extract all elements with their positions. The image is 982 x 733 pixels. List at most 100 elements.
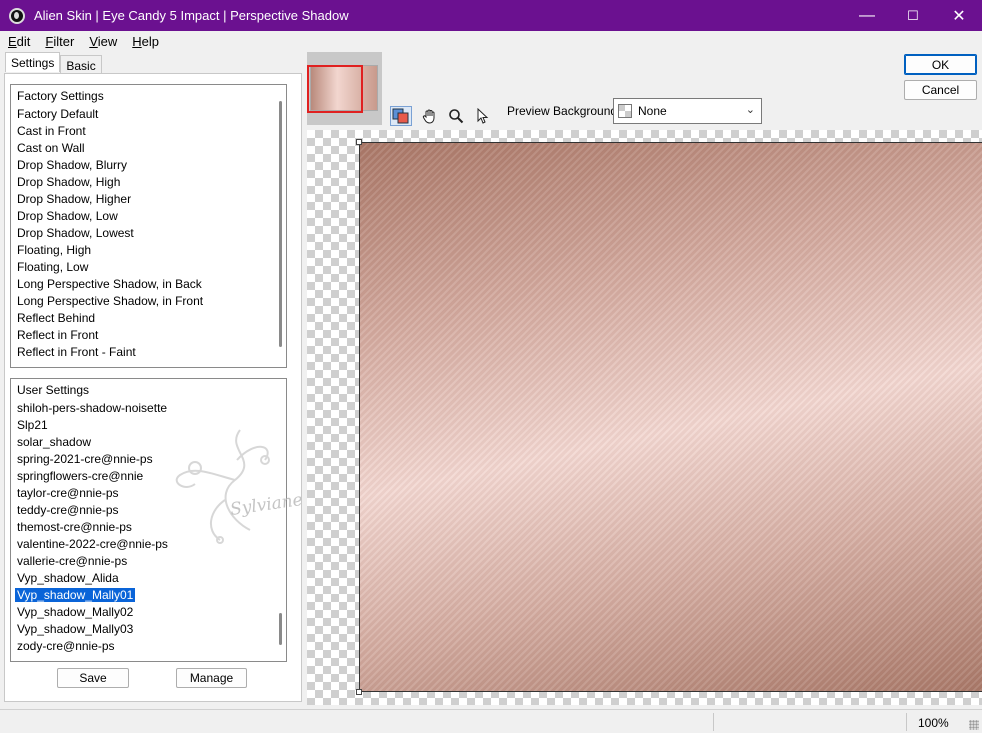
- status-separator: [713, 713, 714, 731]
- list-item-label: Floating, Low: [17, 260, 89, 274]
- list-item-label: Drop Shadow, Low: [17, 209, 118, 223]
- list-item[interactable]: Vyp_shadow_Mally01: [11, 587, 286, 604]
- list-item[interactable]: Reflect in Front: [11, 327, 286, 344]
- list-item-label: Long Perspective Shadow, in Front: [17, 294, 204, 308]
- chevron-down-icon: ⌄: [745, 104, 755, 116]
- viewport-frame[interactable]: [307, 65, 363, 113]
- list-item-label: Floating, High: [17, 243, 92, 257]
- preview-background-value: None: [638, 104, 667, 118]
- preview-image[interactable]: [359, 142, 982, 692]
- manage-button[interactable]: Manage: [176, 668, 247, 688]
- list-item-label: Drop Shadow, Lowest: [17, 226, 134, 240]
- list-item[interactable]: Long Perspective Shadow, in Front: [11, 293, 286, 310]
- list-item-label: Reflect in Front - Faint: [17, 345, 136, 359]
- menu-help[interactable]: Help: [124, 34, 166, 49]
- compare-icon: [392, 108, 409, 124]
- user-settings-list[interactable]: User Settings shiloh-pers-shadow-noisett…: [10, 378, 287, 662]
- cancel-button[interactable]: Cancel: [904, 80, 977, 100]
- maximize-button[interactable]: ☐: [890, 0, 936, 31]
- hand-icon: [422, 109, 435, 124]
- menu-view[interactable]: View: [81, 34, 124, 49]
- list-item[interactable]: zody-cre@nnie-ps: [11, 638, 286, 655]
- list-item-label: taylor-cre@nnie-ps: [17, 486, 119, 500]
- list-item[interactable]: Drop Shadow, Lowest: [11, 225, 286, 242]
- list-item-label: Vyp_shadow_Alida: [17, 571, 119, 585]
- list-item[interactable]: solar_shadow: [11, 434, 286, 451]
- list-item-label: Long Perspective Shadow, in Back: [17, 277, 202, 291]
- list-item[interactable]: Drop Shadow, Blurry: [11, 157, 286, 174]
- resize-grip-icon[interactable]: [969, 720, 979, 730]
- list-item[interactable]: Floating, High: [11, 242, 286, 259]
- list-item-label: Drop Shadow, Higher: [17, 192, 132, 206]
- list-item-label: Factory Default: [17, 107, 99, 121]
- preview-area[interactable]: [307, 130, 982, 705]
- list-item[interactable]: Reflect in Front - Faint: [11, 344, 286, 361]
- minimize-icon: —: [859, 6, 875, 24]
- list-item[interactable]: Drop Shadow, Higher: [11, 191, 286, 208]
- list-item-label: vallerie-cre@nnie-ps: [17, 554, 128, 568]
- status-separator: [906, 713, 907, 731]
- list-item[interactable]: Factory Default: [11, 106, 286, 123]
- list-item-label: Vyp_shadow_Mally03: [17, 622, 134, 636]
- tab-basic[interactable]: Basic: [60, 55, 102, 73]
- ok-button[interactable]: OK: [904, 54, 977, 75]
- list-item[interactable]: themost-cre@nnie-ps: [11, 519, 286, 536]
- list-item-label: Drop Shadow, Blurry: [17, 158, 128, 172]
- list-item[interactable]: Slp21: [11, 417, 286, 434]
- list-item[interactable]: Floating, Low: [11, 259, 286, 276]
- arrow-pointer-icon: [477, 108, 489, 124]
- list-item[interactable]: Long Perspective Shadow, in Back: [11, 276, 286, 293]
- zoom-tool[interactable]: [445, 106, 467, 126]
- list-item[interactable]: spring-2021-cre@nnie-ps: [11, 451, 286, 468]
- hand-tool[interactable]: [419, 106, 441, 126]
- transparent-swatch-icon: [618, 104, 632, 118]
- list-item-label: Reflect in Front: [17, 328, 99, 342]
- list-item[interactable]: shiloh-pers-shadow-noisette: [11, 400, 286, 417]
- menu-filter[interactable]: Filter: [37, 34, 81, 49]
- list-item-label: Vyp_shadow_Mally02: [17, 605, 134, 619]
- zoom-level: 100%: [918, 716, 949, 730]
- list-item[interactable]: Cast on Wall: [11, 140, 286, 157]
- resize-handle-bottom-left[interactable]: [356, 689, 362, 695]
- list-item[interactable]: vallerie-cre@nnie-ps: [11, 553, 286, 570]
- list-item-label: spring-2021-cre@nnie-ps: [17, 452, 153, 466]
- list-item-label: Reflect Behind: [17, 311, 96, 325]
- list-item-label: Slp21: [17, 418, 48, 432]
- user-settings-header: User Settings: [17, 383, 90, 397]
- resize-handle-top-left[interactable]: [356, 139, 362, 145]
- list-item[interactable]: Vyp_shadow_Alida: [11, 570, 286, 587]
- list-item[interactable]: valentine-2022-cre@nnie-ps: [11, 536, 286, 553]
- minimize-button[interactable]: —: [844, 0, 890, 31]
- list-item[interactable]: Vyp_shadow_Mally02: [11, 604, 286, 621]
- list-item[interactable]: Cast in Front: [11, 123, 286, 140]
- select-tool[interactable]: [471, 106, 493, 126]
- list-item-label: teddy-cre@nnie-ps: [17, 503, 119, 517]
- list-item[interactable]: springflowers-cre@nnie: [11, 468, 286, 485]
- list-item-label: zody-cre@nnie-ps: [17, 639, 115, 653]
- close-window-button[interactable]: ✕: [936, 0, 982, 31]
- menu-edit[interactable]: Edit: [0, 34, 37, 49]
- menu-bar: Edit Filter View Help: [0, 31, 982, 51]
- tab-settings[interactable]: Settings: [5, 52, 61, 72]
- list-item-label: springflowers-cre@nnie: [17, 469, 144, 483]
- title-bar: Alien Skin | Eye Candy 5 Impact | Perspe…: [0, 0, 982, 31]
- factory-settings-header: Factory Settings: [17, 89, 104, 103]
- list-item-label: Cast on Wall: [17, 141, 85, 155]
- tab-strip: Settings Basic: [5, 52, 102, 73]
- factory-scrollbar[interactable]: [279, 101, 282, 347]
- close-icon: ✕: [952, 7, 966, 25]
- list-item[interactable]: Drop Shadow, Low: [11, 208, 286, 225]
- navigator-thumbnail[interactable]: [307, 52, 382, 125]
- list-item-label: themost-cre@nnie-ps: [17, 520, 132, 534]
- list-item-label: solar_shadow: [17, 435, 92, 449]
- list-item[interactable]: Vyp_shadow_Mally03: [11, 621, 286, 638]
- list-item-label: Drop Shadow, High: [17, 175, 121, 189]
- toggle-preview-tool[interactable]: [390, 106, 412, 126]
- user-scrollbar[interactable]: [279, 613, 282, 645]
- list-item-label: shiloh-pers-shadow-noisette: [17, 401, 168, 415]
- list-item[interactable]: Drop Shadow, High: [11, 174, 286, 191]
- save-button[interactable]: Save: [57, 668, 129, 688]
- preview-background-select[interactable]: None ⌄: [613, 98, 762, 124]
- list-item[interactable]: Reflect Behind: [11, 310, 286, 327]
- factory-settings-list[interactable]: Factory Settings Factory Default Cast in …: [10, 84, 287, 368]
